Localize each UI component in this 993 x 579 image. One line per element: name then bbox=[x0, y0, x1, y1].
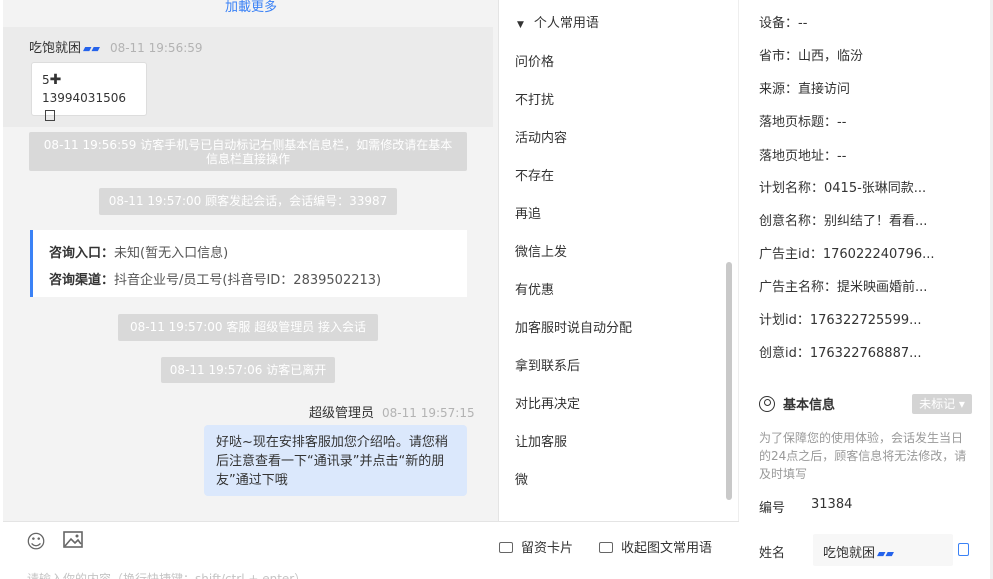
agent-message-bubble: 好哒~现在安排客服加您介绍哈。请您稍后注意查看一下“通讯录”并点击“新的朋友”通… bbox=[204, 425, 467, 496]
name-field[interactable]: 吃饱就困 ▰▰ bbox=[813, 534, 953, 566]
info-row-advertiser-id: 广告主id：176022240796... bbox=[759, 247, 935, 262]
chat-panel: 加載更多 吃饱就困 ▰▰ 08-11 19:56:59 5✚ 13994031506… bbox=[3, 0, 499, 579]
phrase-item[interactable]: 让加客服 bbox=[515, 424, 632, 462]
copy-icon[interactable] bbox=[958, 543, 969, 556]
system-message: 08-11 19:56:59 访客手机号已自动标记右侧基本信息栏，如需修改请在基… bbox=[29, 132, 467, 171]
plus-cursor-icon: ✚ bbox=[49, 72, 62, 88]
info-row-region: 省市：山西，临汾 bbox=[759, 49, 864, 64]
phrase-item[interactable]: 对比再决定 bbox=[515, 386, 632, 424]
edit-notice: 为了保障您的使用体验，会话发生当日的24点之后，顾客信息将无法修改，请及时填写 bbox=[759, 431, 967, 481]
card-phone: 13994031506 bbox=[42, 89, 136, 125]
phrases-footer: 留资卡片 收起图文常用语 bbox=[499, 521, 739, 579]
info-row-source: 来源：直接访问 bbox=[759, 82, 851, 97]
phrase-item[interactable]: 微 bbox=[515, 462, 632, 500]
load-more-link[interactable]: 加載更多 bbox=[3, 0, 499, 16]
lead-card-button[interactable]: 留资卡片 bbox=[499, 537, 573, 556]
chat-input-area[interactable]: ☺ 请输入你的内容（换行快捷键：shift/ctrl + enter） bbox=[3, 521, 499, 579]
info-row-creative-name: 创意名称：别纠结了！看看... bbox=[759, 214, 928, 229]
info-row-advertiser-name: 广告主名称：提米映画婚前... bbox=[759, 280, 928, 295]
phrases-panel: ▼ 个人常用语 问价格 不打扰 活动内容 不存在 再追 微信上发 有优惠 加客服时… bbox=[499, 0, 739, 579]
card-icon bbox=[599, 542, 613, 553]
customer-message-header: 吃饱就困 ▰▰ 08-11 19:56:59 bbox=[29, 37, 203, 56]
phrase-item[interactable]: 加客服时说自动分配 bbox=[515, 310, 632, 348]
info-row-landing-url: 落地页地址：-- bbox=[759, 149, 847, 164]
collapse-phrases-button[interactable]: 收起图文常用语 bbox=[599, 537, 712, 556]
image-icon[interactable] bbox=[62, 531, 84, 553]
copy-icon[interactable] bbox=[45, 110, 55, 121]
number-value: 31384 bbox=[811, 497, 853, 512]
tag-dropdown-button[interactable]: 未标记 ▾ bbox=[912, 394, 972, 414]
phrase-item[interactable]: 微信上发 bbox=[515, 234, 632, 272]
system-message: 08-11 19:57:00 客服 超级管理员 接入会话 bbox=[118, 314, 378, 341]
phrase-item[interactable]: 有优惠 bbox=[515, 272, 632, 310]
user-circle-icon bbox=[759, 396, 775, 412]
emoji-icon[interactable]: ☺ bbox=[25, 531, 47, 553]
phrase-item[interactable]: 不存在 bbox=[515, 158, 632, 196]
phrases-group-header[interactable]: ▼ 个人常用语 bbox=[517, 12, 599, 31]
basic-info-title: 基本信息 bbox=[759, 394, 835, 413]
card-line-1: 5✚ bbox=[42, 72, 62, 88]
phrase-item[interactable]: 不打扰 bbox=[515, 82, 632, 120]
message-time: 08-11 19:56:59 bbox=[109, 41, 203, 55]
message-input[interactable]: 请输入你的内容（换行快捷键：shift/ctrl + enter） bbox=[27, 570, 306, 579]
agent-name: 超级管理员 bbox=[309, 406, 375, 421]
customer-card-bubble: 5✚ 13994031506 bbox=[31, 62, 147, 121]
info-row-landing-title: 落地页标题：-- bbox=[759, 115, 847, 130]
car-emoji-icon: ▰▰ bbox=[83, 42, 100, 55]
phrase-item[interactable]: 再追 bbox=[515, 196, 632, 234]
message-time: 08-11 19:57:15 bbox=[382, 406, 475, 420]
phrase-item[interactable]: 拿到联系后 bbox=[515, 348, 632, 386]
phrase-item[interactable]: 问价格 bbox=[515, 44, 632, 82]
info-row-plan-name: 计划名称：0415-张琳同款... bbox=[759, 181, 927, 196]
phrases-scrollbar[interactable] bbox=[726, 262, 732, 500]
card-icon bbox=[499, 542, 513, 553]
customer-name: 吃饱就困 bbox=[29, 41, 82, 56]
info-row-plan-id: 计划id：176322725599... bbox=[759, 313, 922, 328]
phrase-item[interactable]: 活动内容 bbox=[515, 120, 632, 158]
app-root: 加載更多 吃饱就困 ▰▰ 08-11 19:56:59 5✚ 13994031506… bbox=[0, 0, 993, 579]
phrases-list: 问价格 不打扰 活动内容 不存在 再追 微信上发 有优惠 加客服时说自动分配 拿… bbox=[515, 44, 632, 500]
number-label: 编号 bbox=[759, 501, 786, 516]
visitor-info-panel: 设备：-- 省市：山西，临汾 来源：直接访问 落地页标题：-- 落地页地址：--… bbox=[740, 0, 993, 579]
system-message: 08-11 19:57:00 顾客发起会话，会话编号：33987 bbox=[99, 188, 397, 215]
caret-down-icon: ▼ bbox=[517, 20, 524, 30]
name-label: 姓名 bbox=[759, 546, 786, 561]
consult-channel-row: 咨询渠道：抖音企业号/员工号(抖音号ID：2839502213) bbox=[49, 273, 382, 288]
info-row-creative-id: 创意id：176322768887... bbox=[759, 346, 922, 361]
agent-message-header: 超级管理员 08-11 19:57:15 bbox=[309, 402, 475, 421]
consult-entry-row: 咨询入口：未知(暂无入口信息) bbox=[49, 246, 229, 261]
car-emoji-icon: ▰▰ bbox=[877, 547, 894, 560]
consult-info-card: 咨询入口：未知(暂无入口信息) 咨询渠道：抖音企业号/员工号(抖音号ID：283… bbox=[30, 230, 467, 297]
system-message: 08-11 19:57:06 访客已离开 bbox=[161, 357, 335, 383]
info-row-device: 设备：-- bbox=[759, 16, 808, 31]
